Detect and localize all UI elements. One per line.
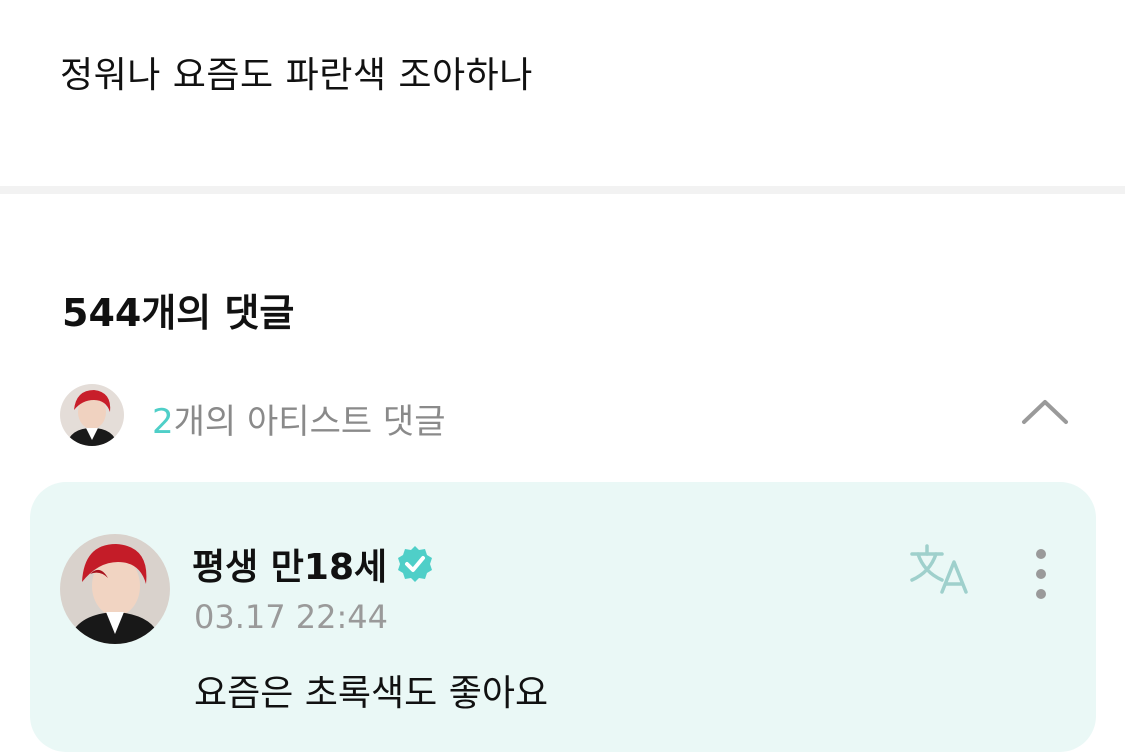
artist-comments-toggle[interactable]: 2개의 아티스트 댓글 <box>60 384 1070 446</box>
comment-body: 요즘은 초록색도 좋아요 <box>194 673 549 714</box>
comment-author: 평생 만18세 <box>192 538 435 590</box>
comment-count-heading: 544개의 댓글 <box>62 291 295 335</box>
author-avatar[interactable] <box>60 534 170 644</box>
translate-icon[interactable] <box>908 542 972 598</box>
artist-comments-label: 2개의 아티스트 댓글 <box>152 394 446 443</box>
comment-timestamp: 03.17 22:44 <box>194 598 388 636</box>
artist-comments-text: 개의 아티스트 댓글 <box>173 402 446 442</box>
section-divider <box>0 186 1125 194</box>
artist-comment-count: 2 <box>152 402 174 442</box>
artist-avatar-small[interactable] <box>60 384 124 446</box>
chevron-up-icon[interactable] <box>1020 392 1070 432</box>
author-name: 평생 만18세 <box>192 547 388 588</box>
more-vertical-icon[interactable] <box>1026 544 1056 604</box>
post-text: 정워나 요즘도 파란색 조아하나 <box>60 55 533 96</box>
artist-comment-card: 평생 만18세 03.17 22:44 요즘은 초록색도 좋아요 <box>30 482 1096 752</box>
verified-badge-icon <box>395 544 435 584</box>
